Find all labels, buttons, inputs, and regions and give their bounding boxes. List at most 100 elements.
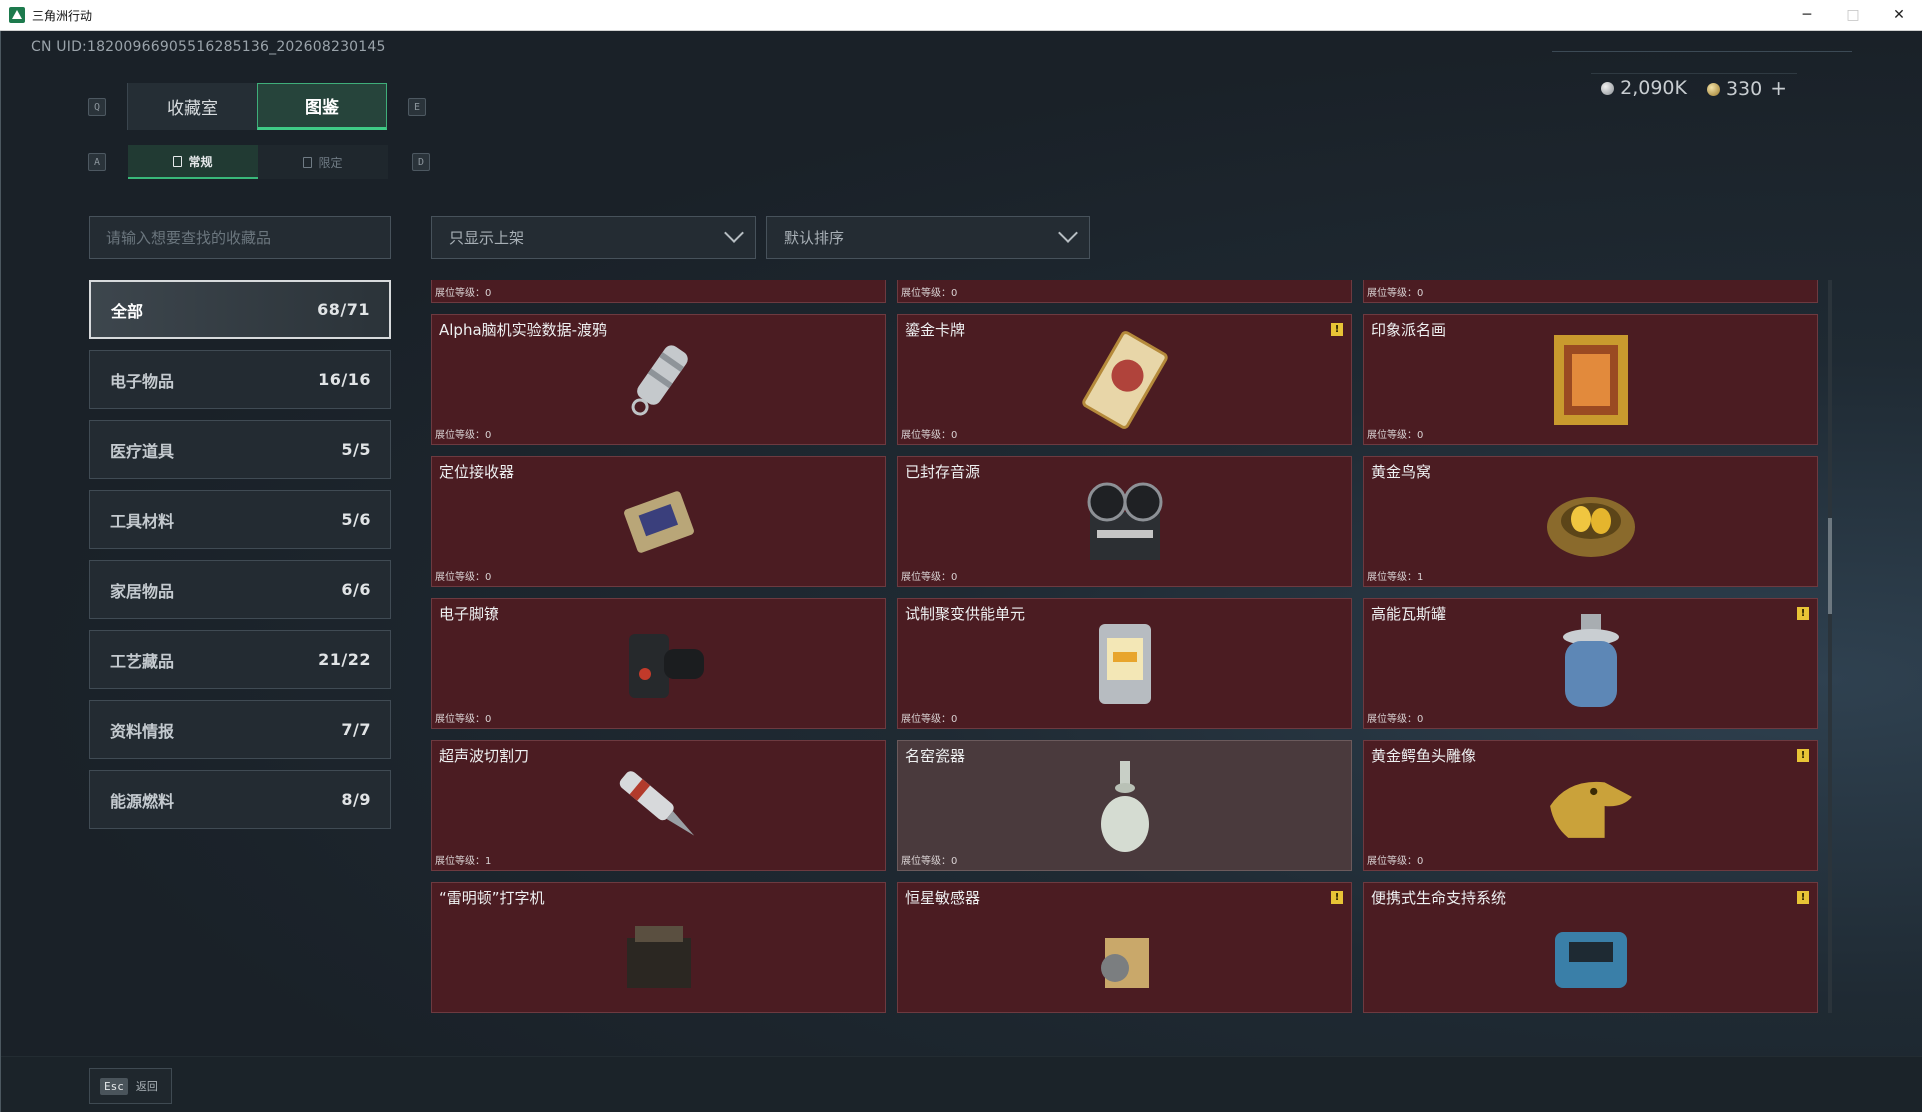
booth-level-value: 0 [1417,288,1424,299]
category-count: 68/71 [317,300,370,319]
item-name: 恒星敏感器 [905,889,981,907]
scrollbar-thumb[interactable] [1828,518,1832,614]
booth-level-value: 0 [485,288,492,299]
silver-coin-icon [1601,81,1615,95]
booth-level: 展位等级：1 [435,852,491,867]
item-name: 便携式生命支持系统 [1371,889,1507,907]
sort-dropdown[interactable]: 默认排序 [766,216,1090,259]
minimize-button[interactable]: ─ [1784,0,1830,30]
star-sensor-icon [1075,898,1175,998]
booth-level-label: 展位等级： [901,714,951,725]
item-name: 高能瓦斯罐 [1371,605,1447,623]
key-hint-e: E [408,98,426,116]
blueprint-map-icon [1541,280,1641,288]
category-label: 全部 [111,301,144,321]
gas-canister-icon [1541,613,1641,714]
tab-limited[interactable]: 限定 [258,145,388,179]
category-item[interactable]: 全部 68/71 [89,280,391,339]
gilded-card-icon [1075,330,1175,430]
booth-level: 展位等级：0 [901,284,957,299]
collection-card[interactable]: 黄金鸟窝 展位等级：1 [1363,456,1818,587]
bottom-bar: Esc 返回 [0,1056,1922,1112]
warning-badge-icon: ! [1331,323,1343,336]
collection-card[interactable]: Alpha脑机实验数据-渡鸦展位等级：0 [431,314,886,445]
collection-card[interactable]: 展位等级：0 [431,280,886,303]
grid-scrollbar[interactable] [1828,280,1832,1013]
booth-level: 展位等级：0 [1367,710,1423,725]
item-name: Alpha脑机实验数据-渡鸦 [439,321,608,339]
collection-card[interactable]: 高能瓦斯罐! 展位等级：0 [1363,598,1818,729]
category-count: 21/22 [318,650,371,669]
item-name: 定位接收器 [439,463,515,481]
collection-card[interactable]: 展位等级：0 [1363,280,1818,303]
booth-level-value: 0 [1417,714,1424,725]
category-item[interactable]: 医疗道具 5/5 [89,420,391,479]
collection-card[interactable]: 展位等级：0 [897,280,1352,303]
tab-regular[interactable]: 常规 [128,145,258,179]
collection-card[interactable]: 试制聚变供能单元 展位等级：0 [897,598,1352,729]
collection-card[interactable]: 恒星敏感器! [897,882,1352,1013]
sub-tabs: 常规 限定 [128,145,388,179]
maximize-button[interactable]: □ [1830,0,1876,30]
item-name: 鎏金卡牌 [905,321,966,339]
collection-card[interactable]: 便携式生命支持系统! [1363,882,1818,1013]
booth-level: 展位等级：0 [1367,852,1423,867]
item-name: 超声波切割刀 [439,747,530,765]
booth-level: 展位等级：0 [901,426,957,441]
category-item[interactable]: 能源燃料 8/9 [89,770,391,829]
category-item[interactable]: 家居物品 6/6 [89,560,391,619]
booth-level: 展位等级：0 [1367,284,1423,299]
collection-card[interactable]: 定位接收器 展位等级：0 [431,456,886,587]
category-label: 能源燃料 [110,791,175,811]
category-count: 16/16 [318,370,371,389]
uid-label: CN UID:1820096690551628​5136_20260823014… [31,39,386,55]
key-hint-q: Q [88,98,106,116]
search-input[interactable]: 请输入想要查找的收藏品 [89,216,391,259]
category-label: 工艺藏品 [110,651,175,671]
booth-level-label: 展位等级： [435,572,485,583]
tab-catalog[interactable]: 图鉴 [257,83,387,130]
shelf-filter-dropdown[interactable]: 只显示上架 [431,216,756,259]
category-item[interactable]: 资料情报 7/7 [89,700,391,759]
close-button[interactable]: ✕ [1876,0,1922,30]
category-item[interactable]: 工艺藏品 21/22 [89,630,391,689]
booth-level-label: 展位等级： [435,430,485,441]
booth-level-label: 展位等级： [901,856,951,867]
booth-level-value: 0 [485,430,492,441]
booth-level-label: 展位等级： [1367,288,1417,299]
back-button[interactable]: Esc 返回 [89,1068,172,1104]
category-item[interactable]: 电子物品 16/16 [89,350,391,409]
category-label: 资料情报 [110,721,175,741]
ankle-monitor-icon [609,614,709,714]
tab-collection-room[interactable]: 收藏室 [127,83,257,130]
reel-recorder-icon [1075,472,1175,572]
warning-badge-icon: ! [1797,891,1809,904]
hud-divider [1552,51,1852,52]
collection-card[interactable]: 电子脚镣 展位等级：0 [431,598,886,729]
category-item[interactable]: 工具材料 5/6 [89,490,391,549]
add-currency-button[interactable]: + [1770,76,1787,100]
item-name: “雷明顿”打字机 [439,889,545,907]
collection-card[interactable]: 鎏金卡牌! 展位等级：0 [897,314,1352,445]
booth-level: 展位等级：0 [901,852,957,867]
booth-level-label: 展位等级： [1367,714,1417,725]
silver-balance: 2,090K [1601,77,1687,99]
collection-card[interactable]: 已封存音源展位等级：0 [897,456,1352,587]
category-list: 全部 68/71 电子物品 16/16 医疗道具 5/5 工具材料 5/6 家居物品 6/6 工艺藏… [89,280,391,840]
collection-card[interactable]: 超声波切割刀展位等级：1 [431,740,886,871]
data-capsule-icon [609,330,709,430]
collection-card[interactable]: 印象派名画 展位等级：0 [1363,314,1818,445]
category-label: 工具材料 [110,511,175,531]
category-count: 6/6 [341,580,371,599]
booth-level: 展位等级：1 [1367,568,1423,583]
porcelain-vase-icon [1075,756,1175,856]
item-name: 已封存音源 [905,463,981,481]
receiver-icon [609,472,709,572]
warning-badge-icon: ! [1797,749,1809,762]
category-label: 家居物品 [110,581,175,601]
booth-level: 展位等级：0 [901,568,957,583]
collection-card[interactable]: 黄金鳄鱼头雕像! 展位等级：0 [1363,740,1818,871]
collection-card[interactable]: 名窑瓷器 展位等级：0 [897,740,1352,871]
life-support-icon [1541,898,1641,998]
collection-card[interactable]: “雷明顿”打字机 [431,882,886,1013]
